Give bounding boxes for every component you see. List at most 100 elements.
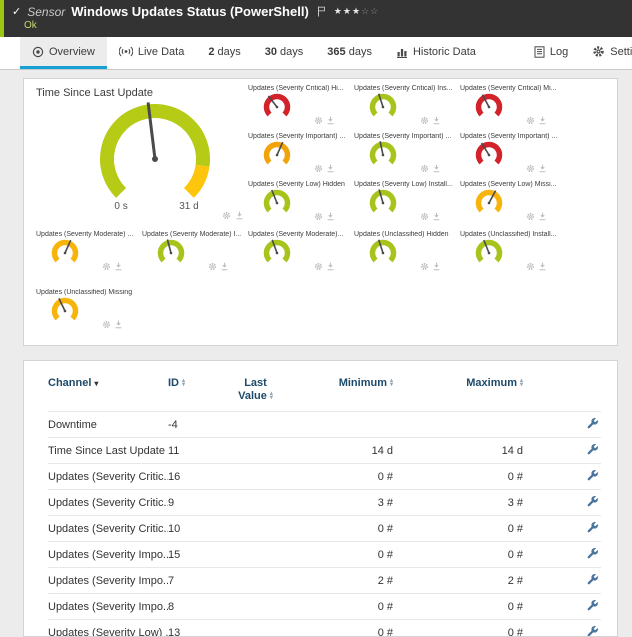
channel-settings-icon[interactable] (586, 443, 601, 459)
channel-gauge (258, 92, 350, 127)
column-header-actions[interactable] (523, 369, 601, 412)
tab-2-days[interactable]: 2 days (196, 37, 252, 69)
priority-flag-icon[interactable] (317, 6, 326, 17)
tab-label: 2 days (208, 46, 240, 58)
tab-overview[interactable]: Overview (20, 37, 107, 69)
gauge-actions (314, 212, 335, 221)
download-icon[interactable] (432, 212, 441, 221)
channel-actions (523, 516, 601, 542)
tab-historic-data[interactable]: Historic Data (384, 37, 488, 69)
download-icon[interactable] (326, 164, 335, 173)
gear-icon[interactable] (208, 262, 217, 271)
channel-id: 7 (168, 568, 213, 594)
gear-icon[interactable] (420, 262, 429, 271)
gear-icon[interactable] (314, 212, 323, 221)
gauge-actions (314, 116, 335, 125)
download-icon[interactable] (538, 262, 547, 271)
tab-30-days[interactable]: 30 days (253, 37, 316, 69)
tab-bar: Overview Live Data 2 days 30 days 365 days Hi… (0, 37, 632, 70)
gauge-label: Updates (Severity Important) ... (354, 133, 456, 140)
tab-label: 365 days (327, 46, 372, 58)
channel-settings-icon[interactable] (586, 521, 601, 537)
channel-last-value (213, 516, 298, 542)
channel-settings-icon[interactable] (586, 599, 601, 615)
download-icon[interactable] (538, 116, 547, 125)
download-icon[interactable] (326, 262, 335, 271)
channel-settings-icon[interactable] (586, 417, 601, 433)
sensor-status-strip (0, 0, 4, 37)
ok-check-icon: ✓ (12, 5, 21, 18)
channel-actions (523, 464, 601, 490)
download-icon[interactable] (326, 212, 335, 221)
channel-gauge (258, 238, 350, 273)
star-rating[interactable]: ★★★☆☆ (334, 6, 379, 17)
download-icon[interactable] (114, 320, 123, 329)
gear-icon[interactable] (314, 164, 323, 173)
channel-actions (523, 568, 601, 594)
star-icon[interactable]: ★ (343, 6, 352, 16)
star-icon[interactable]: ★ (352, 6, 361, 16)
channel-gauge-tile: Updates (Severity Moderate) ... (36, 231, 138, 277)
gear-icon[interactable] (526, 212, 535, 221)
gear-icon[interactable] (420, 116, 429, 125)
download-icon[interactable] (235, 211, 244, 220)
column-header-minimum[interactable]: Minimum▴▾ (298, 369, 393, 412)
tab-log[interactable]: Log (522, 37, 580, 69)
table-row: Updates (Severity Low) ...130 #0 # (48, 620, 601, 637)
tab-settings[interactable]: Settings (580, 37, 632, 69)
download-icon[interactable] (432, 116, 441, 125)
gear-icon[interactable] (420, 212, 429, 221)
download-icon[interactable] (114, 262, 123, 271)
channel-settings-icon[interactable] (586, 625, 601, 637)
download-icon[interactable] (432, 164, 441, 173)
gear-icon[interactable] (526, 116, 535, 125)
overview-icon (32, 46, 44, 58)
sort-icon: ▴▾ (270, 392, 273, 400)
channel-gauge-tile: Updates (Severity Low) Install... (354, 181, 456, 227)
channel-gauge-tile: Updates (Severity Important) ... (354, 133, 456, 179)
gear-icon[interactable] (314, 116, 323, 125)
download-icon[interactable] (220, 262, 229, 271)
tab-365-days[interactable]: 365 days (315, 37, 384, 69)
column-header-last-value[interactable]: LastValue▴▾ (213, 369, 298, 412)
download-icon[interactable] (538, 164, 547, 173)
tab-label: 30 days (265, 46, 304, 58)
download-icon[interactable] (538, 212, 547, 221)
download-icon[interactable] (326, 116, 335, 125)
gear-icon[interactable] (102, 262, 111, 271)
gear-icon[interactable] (222, 211, 231, 220)
object-kind-label: Sensor (27, 5, 65, 19)
channel-settings-icon[interactable] (586, 469, 601, 485)
column-header-maximum[interactable]: Maximum▴▾ (393, 369, 523, 412)
gear-icon[interactable] (314, 262, 323, 271)
gauge-label: Updates (Severity Critical) Mi... (460, 85, 562, 92)
sensor-title: Windows Updates Status (PowerShell) (71, 4, 309, 19)
channel-id: 10 (168, 516, 213, 542)
channel-gauge (258, 188, 350, 223)
channel-id: -4 (168, 412, 213, 438)
channel-actions (523, 438, 601, 464)
gear-icon[interactable] (526, 164, 535, 173)
gauge-actions (102, 320, 123, 329)
column-header-channel[interactable]: Channel▾ (48, 369, 168, 412)
star-icon[interactable]: ☆ (361, 6, 370, 16)
tab-label: Overview (49, 46, 95, 58)
tab-live-data[interactable]: Live Data (107, 37, 196, 69)
channel-last-value (213, 594, 298, 620)
gear-icon[interactable] (102, 320, 111, 329)
gear-icon[interactable] (420, 164, 429, 173)
channel-minimum: 3 # (298, 490, 393, 516)
download-icon[interactable] (432, 262, 441, 271)
channel-gauge-tile: Updates (Unclassified) Install... (460, 231, 562, 277)
star-icon[interactable]: ☆ (370, 6, 379, 16)
channel-settings-icon[interactable] (586, 495, 601, 511)
tab-label: Live Data (138, 46, 184, 58)
gauge-label: Updates (Severity Moderate) I... (142, 231, 244, 238)
channel-settings-icon[interactable] (586, 573, 601, 589)
channel-settings-icon[interactable] (586, 547, 601, 563)
gear-icon[interactable] (526, 262, 535, 271)
channel-minimum: 0 # (298, 516, 393, 542)
star-icon[interactable]: ★ (334, 6, 343, 16)
channel-gauge (364, 238, 456, 273)
column-header-id[interactable]: ID▴▾ (168, 369, 213, 412)
